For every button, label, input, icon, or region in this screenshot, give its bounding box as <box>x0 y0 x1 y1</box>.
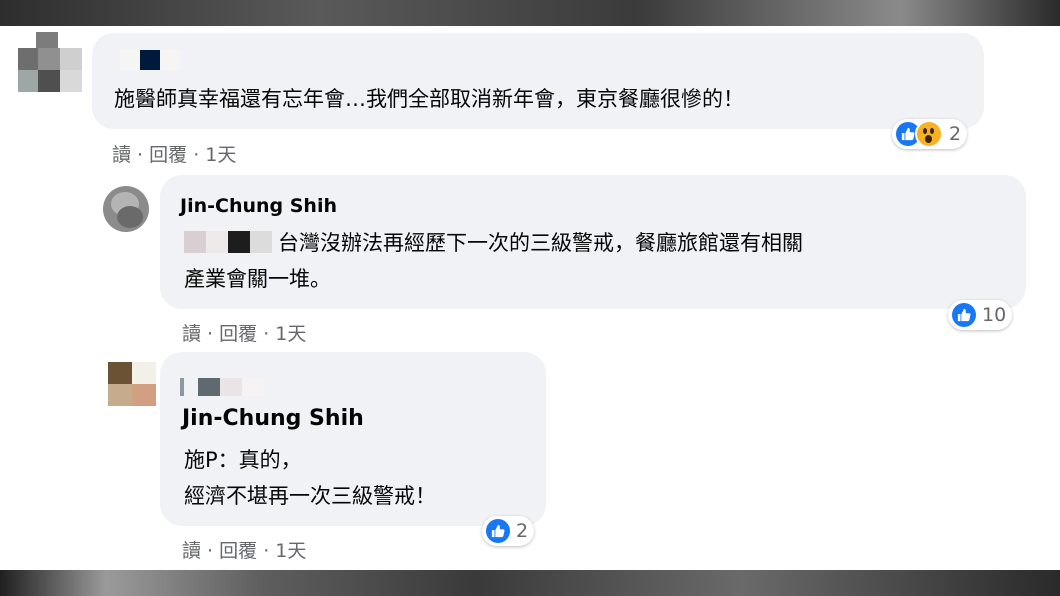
commenter-avatar-pixelated[interactable] <box>18 32 86 98</box>
reply-actions: 讀 · 回覆 · 1天 <box>182 319 306 346</box>
reaction-summary[interactable]: 10 <box>948 300 1013 330</box>
author-name[interactable]: Jin-Chung Shih <box>180 195 337 217</box>
separator: · <box>257 323 276 345</box>
reply-text-line-2: 經濟不堪再一次三級警戒！ <box>184 484 436 508</box>
author-avatar[interactable] <box>103 186 149 232</box>
separator: · <box>131 144 150 166</box>
separator: · <box>201 540 220 562</box>
reaction-count: 10 <box>982 304 1007 326</box>
blurred-mention[interactable] <box>184 229 272 255</box>
blurred-name[interactable] <box>120 50 180 70</box>
separator: · <box>187 144 206 166</box>
reply-actions: 讀 · 回覆 · 1天 <box>182 536 306 563</box>
reply-link[interactable]: 回覆 <box>149 144 187 166</box>
top-image-border <box>0 0 1060 26</box>
wow-icon <box>915 120 943 148</box>
like-icon <box>952 303 976 327</box>
comment-text: 施醫師真幸福還有忘年會…我們全部取消新年會，東京餐廳很慘的！ <box>114 87 744 111</box>
reply-link[interactable]: 回覆 <box>219 323 257 345</box>
reply-text-line-1: 施P：真的， <box>184 448 302 472</box>
author-name[interactable]: Jin-Chung Shih <box>182 406 364 431</box>
separator: · <box>257 540 276 562</box>
blurred-name[interactable] <box>180 376 270 396</box>
timestamp[interactable]: 1天 <box>205 144 236 166</box>
reply-text-line-2: 產業會關一堆。 <box>184 267 331 291</box>
commenter-avatar-pixelated[interactable] <box>108 362 156 406</box>
reaction-count: 2 <box>949 123 962 145</box>
comment-actions: 讀 · 回覆 · 1天 <box>112 140 236 167</box>
reaction-summary[interactable]: 2 <box>482 516 535 546</box>
separator: · <box>201 323 220 345</box>
read-link[interactable]: 讀 <box>182 540 201 562</box>
reaction-count: 2 <box>516 520 529 542</box>
reaction-summary[interactable]: 2 <box>892 119 968 149</box>
timestamp[interactable]: 1天 <box>275 540 306 562</box>
bottom-image-border <box>0 570 1060 596</box>
reply-bubble: Jin-Chung Shih 施P：真的， 經濟不堪再一次三級警戒！ <box>160 352 546 526</box>
like-icon <box>486 519 510 543</box>
reply-text-line-1: 台灣沒辦法再經歷下一次的三級警戒，餐廳旅館還有相關 <box>278 231 803 255</box>
comment-bubble: 施醫師真幸福還有忘年會…我們全部取消新年會，東京餐廳很慘的！ <box>92 33 984 129</box>
read-link[interactable]: 讀 <box>182 323 201 345</box>
read-link[interactable]: 讀 <box>112 144 131 166</box>
reply-bubble: Jin-Chung Shih 台灣沒辦法再經歷下一次的三級警戒，餐廳旅館還有相關… <box>160 175 1026 309</box>
reply-link[interactable]: 回覆 <box>219 540 257 562</box>
timestamp[interactable]: 1天 <box>275 323 306 345</box>
